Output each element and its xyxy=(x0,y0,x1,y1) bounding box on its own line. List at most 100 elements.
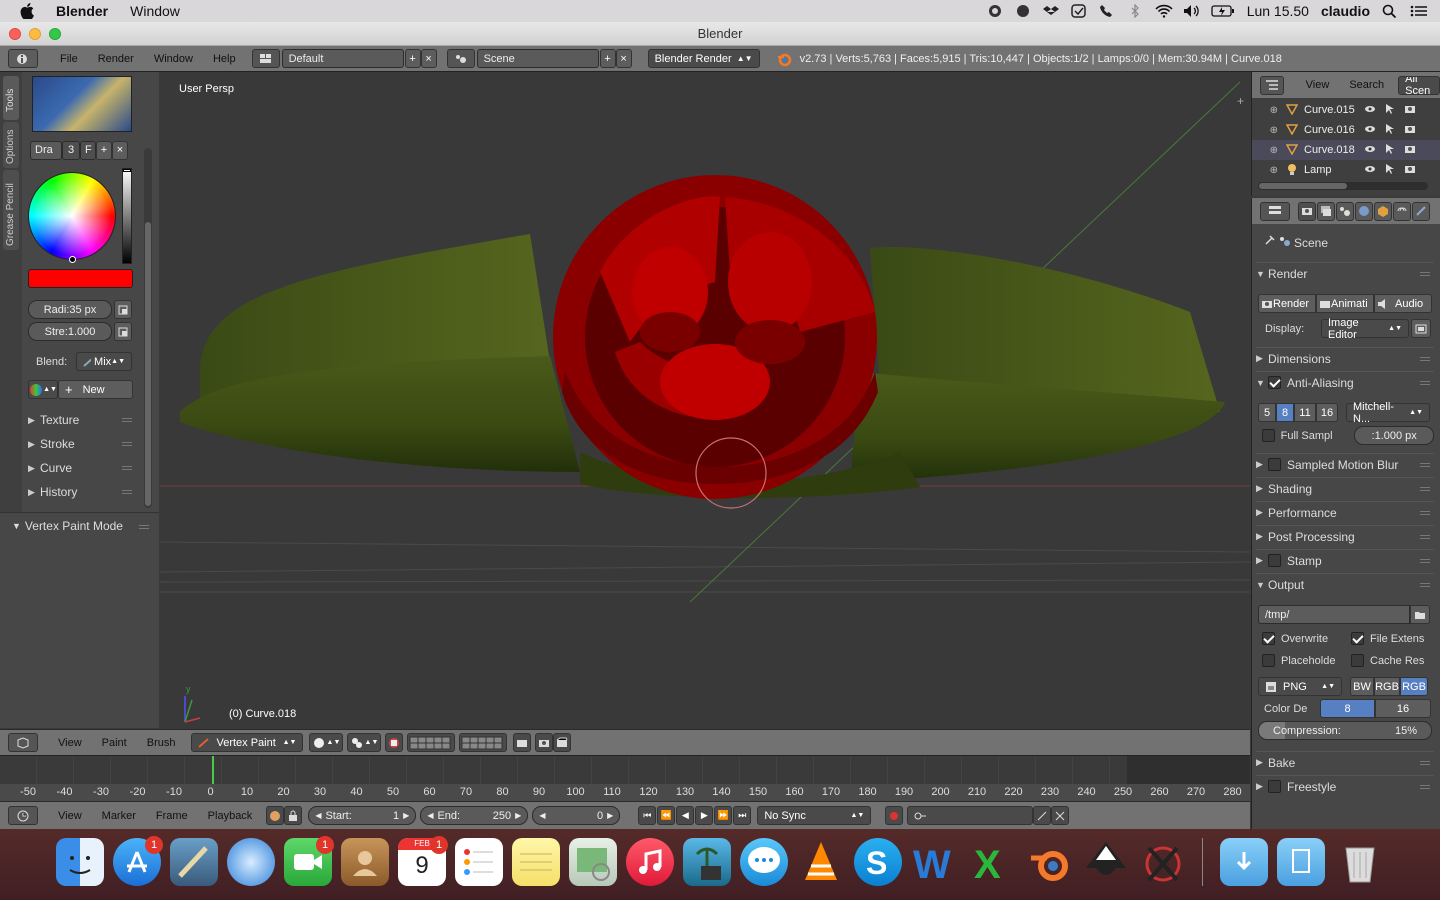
file-format-dropdown[interactable]: PNG ▲▼ xyxy=(1258,677,1342,696)
tab-tools[interactable]: Tools xyxy=(3,76,19,120)
timeline-menu-view[interactable]: View xyxy=(48,810,92,822)
minimize-window-button[interactable] xyxy=(29,28,41,40)
start-frame-field[interactable]: ◀ Start: 1 ▶ xyxy=(308,806,417,825)
file-extensions-checkbox[interactable] xyxy=(1351,632,1364,645)
volume-icon[interactable] xyxy=(1183,4,1199,18)
app-store-icon[interactable]: 1 xyxy=(113,836,163,886)
render-animation-icon[interactable] xyxy=(553,733,572,752)
bluetooth-icon[interactable] xyxy=(1127,3,1143,19)
compression-slider[interactable]: Compression: 15% xyxy=(1258,721,1432,740)
play-icon[interactable]: ▶ xyxy=(695,806,714,825)
stamp-section-header[interactable]: ▶ Stamp xyxy=(1256,549,1434,571)
render-audio-button[interactable]: Audio xyxy=(1374,294,1432,313)
menu-render[interactable]: Render xyxy=(88,53,144,65)
remove-scene-icon[interactable]: × xyxy=(615,49,632,68)
performance-section-header[interactable]: ▶ Performance xyxy=(1256,501,1434,523)
render-still-icon[interactable] xyxy=(535,733,554,752)
menu-help[interactable]: Help xyxy=(203,53,246,65)
display-mode-dropdown[interactable]: Image Editor ▲▼ xyxy=(1321,317,1409,341)
eye-icon[interactable] xyxy=(1360,124,1380,137)
expand-icon[interactable]: ⊕ xyxy=(1252,165,1278,176)
apple-icon[interactable] xyxy=(20,3,34,19)
constraints-context-icon[interactable] xyxy=(1393,201,1411,221)
editor-type-info-button[interactable] xyxy=(8,49,38,68)
remove-brush-icon[interactable]: × xyxy=(112,140,128,160)
color-depth-16[interactable]: 16 xyxy=(1375,699,1431,718)
outliner-hscrollbar[interactable] xyxy=(1258,182,1428,190)
motion-blur-section-header[interactable]: ▶ Sampled Motion Blur xyxy=(1256,453,1434,475)
outliner-item[interactable]: ⊕ Lamp xyxy=(1252,160,1440,180)
blender-dock-icon[interactable] xyxy=(1025,838,1073,886)
brush-color-swatch[interactable] xyxy=(28,269,133,288)
render-engine-dropdown[interactable]: Blender Render ▲▼ xyxy=(647,49,760,68)
menu-window[interactable]: Window xyxy=(144,53,203,65)
jump-to-keyframe-forward-icon[interactable]: ⏩ xyxy=(714,806,733,825)
modifiers-context-icon[interactable] xyxy=(1412,201,1430,221)
expand-icon[interactable]: ⊕ xyxy=(1252,145,1278,156)
menu-brush[interactable]: Brush xyxy=(137,737,186,749)
screen-layout-icon[interactable] xyxy=(251,49,280,68)
trash-icon[interactable] xyxy=(1336,838,1384,886)
scene-field[interactable]: Scene xyxy=(476,49,599,68)
render-camera-icon[interactable] xyxy=(1400,124,1420,137)
curve-section[interactable]: ▶ Curve xyxy=(28,457,136,479)
outliner-item[interactable]: ⊕ Curve.018 xyxy=(1252,140,1440,160)
antialiasing-checkbox[interactable] xyxy=(1268,376,1281,389)
select-cursor-icon[interactable] xyxy=(1380,123,1400,138)
eye-icon[interactable] xyxy=(1360,164,1380,177)
scrollbar-thumb[interactable] xyxy=(1259,183,1347,189)
texture-section[interactable]: ▶ Texture xyxy=(28,409,136,431)
notes-icon[interactable] xyxy=(512,838,560,886)
wifi-icon[interactable] xyxy=(1155,4,1173,18)
dropbox-icon[interactable] xyxy=(1042,4,1059,18)
outliner-item[interactable]: ⊕ Curve.016 xyxy=(1252,120,1440,140)
full-sample-checkbox[interactable] xyxy=(1262,429,1275,442)
overwrite-checkbox[interactable] xyxy=(1262,632,1275,645)
render-camera-icon[interactable] xyxy=(1400,104,1420,117)
radius-pressure-icon[interactable] xyxy=(114,300,132,319)
freestyle-section-header[interactable]: ▶ Freestyle xyxy=(1256,775,1434,797)
x11-icon[interactable] xyxy=(1139,838,1187,886)
downloads-folder-icon[interactable] xyxy=(1220,838,1268,886)
3d-viewport[interactable]: y + User Persp (0) Curve.018 xyxy=(160,72,1250,729)
timeline[interactable]: -50 -40 -30 -20 -10 0 10 20 30 40 50 60 70 80 90 100 110… xyxy=(0,755,1250,802)
documents-folder-icon[interactable] xyxy=(1277,838,1325,886)
filter-size-field[interactable]: :1.000 px xyxy=(1354,426,1434,445)
color-mode-bw[interactable]: BW xyxy=(1350,677,1374,696)
shading-section-header[interactable]: ▶ Shading xyxy=(1256,477,1434,499)
placeholders-checkbox[interactable] xyxy=(1262,654,1275,667)
aa-samples-16[interactable]: 16 xyxy=(1316,403,1338,422)
editor-type-3d-view-button[interactable] xyxy=(8,733,38,752)
brush-browse-icon[interactable]: ▲▼ xyxy=(28,380,58,399)
color-wheel-cursor[interactable] xyxy=(69,256,76,263)
jump-to-end-icon[interactable]: ⏭ xyxy=(733,806,752,825)
skype-icon[interactable]: S xyxy=(854,838,902,886)
stroke-section[interactable]: ▶ Stroke xyxy=(28,433,136,455)
window-menu[interactable]: Window xyxy=(130,3,180,19)
pivot-point-dropdown[interactable]: ▲▼ xyxy=(347,733,382,752)
calendar-icon[interactable]: FEB 9 1 xyxy=(398,836,448,886)
viewport-corner-plus-icon[interactable]: + xyxy=(1237,94,1244,108)
brush-preview-thumbnail[interactable] xyxy=(32,76,132,132)
user-name[interactable]: claudio xyxy=(1321,3,1370,19)
paint-mask-icon[interactable] xyxy=(385,733,404,752)
freestyle-checkbox[interactable] xyxy=(1268,780,1281,793)
close-window-button[interactable] xyxy=(9,28,21,40)
blend-mode-dropdown[interactable]: Mix ▲▼ xyxy=(76,352,132,371)
add-brush-icon[interactable]: + xyxy=(96,140,112,160)
color-mode-rgb[interactable]: RGB xyxy=(1374,677,1400,696)
pin-icon[interactable] xyxy=(1262,234,1278,251)
antialiasing-section-header[interactable]: ▼ Anti-Aliasing xyxy=(1256,371,1434,393)
new-brush-button[interactable]: + New xyxy=(58,380,133,399)
layers-first-block[interactable] xyxy=(407,733,456,752)
add-layout-icon[interactable]: + xyxy=(404,49,421,68)
insert-keyframe-icon[interactable] xyxy=(1033,806,1052,825)
select-cursor-icon[interactable] xyxy=(1380,163,1400,178)
inkscape-icon[interactable] xyxy=(1082,838,1130,886)
world-context-icon[interactable] xyxy=(1355,201,1373,221)
end-frame-field[interactable]: ◀ End: 250 ▶ xyxy=(420,806,529,825)
aa-samples-8[interactable]: 8 xyxy=(1276,403,1294,422)
select-cursor-icon[interactable] xyxy=(1380,143,1400,158)
color-mode-rgba[interactable]: RGB xyxy=(1400,677,1428,696)
notification-center-icon[interactable] xyxy=(1410,4,1427,18)
